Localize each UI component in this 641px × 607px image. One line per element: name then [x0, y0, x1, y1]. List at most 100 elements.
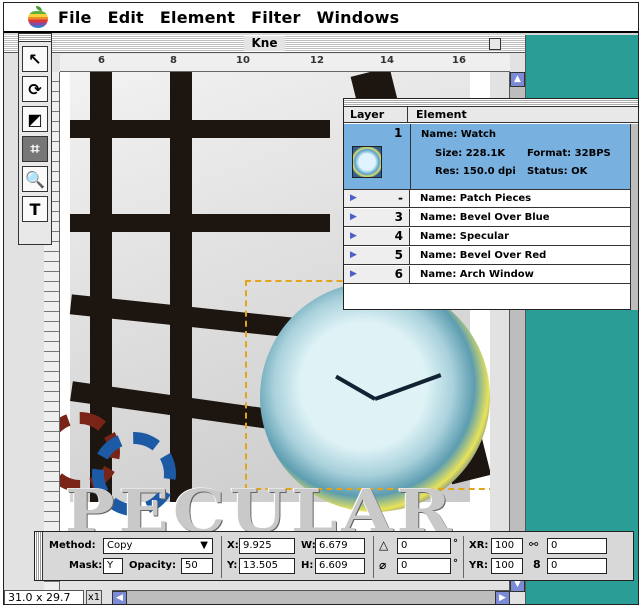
- divider: [221, 536, 222, 578]
- tool-palette: ↖ ⟳ ◩ ⌗ 🔍 T: [18, 33, 52, 245]
- layer-info: Name: Watch Size: 228.1K Format: 32BPS R…: [410, 124, 631, 189]
- scroll-up-arrow-icon[interactable]: ▲: [510, 72, 525, 87]
- method-label: Method:: [49, 540, 96, 551]
- xr-label: XR:: [469, 540, 489, 551]
- layer-row[interactable]: ▶ 5 Name: Bevel Over Red: [344, 247, 631, 265]
- angle-field[interactable]: 0: [397, 538, 451, 554]
- layer-format: Format: 32BPS: [527, 148, 611, 159]
- zoom-box-icon[interactable]: [489, 38, 501, 50]
- divider: [463, 536, 464, 578]
- divider: [373, 536, 374, 578]
- degree-icon: °: [453, 538, 458, 549]
- constrain-icon[interactable]: 8: [533, 558, 541, 571]
- text-tool-icon[interactable]: T: [22, 196, 48, 222]
- y-ratio-field[interactable]: 100: [491, 558, 523, 574]
- angle-icon: △: [379, 538, 389, 552]
- ruler-label: 12: [310, 55, 324, 66]
- layer-number: 3: [394, 210, 403, 224]
- element-column-header: Element: [416, 108, 467, 121]
- menu-edit[interactable]: Edit: [108, 8, 144, 27]
- zoom-level-field[interactable]: 31.0 x 29.7: [4, 590, 84, 604]
- menu-filter[interactable]: Filter: [251, 8, 301, 27]
- menu-windows[interactable]: Windows: [317, 8, 400, 27]
- y-position-field[interactable]: 13.505: [239, 558, 295, 574]
- x-ratio-field[interactable]: 100: [491, 538, 523, 554]
- height-field[interactable]: 6.609: [315, 558, 365, 574]
- palette-title-bar[interactable]: [344, 99, 638, 107]
- selected-layer-row[interactable]: 1 Name: Watch Size: 228.1K Format: 32BPS…: [344, 124, 631, 190]
- layer-number: 6: [394, 267, 403, 281]
- layer-row[interactable]: ▶ - Name: Patch Pieces: [344, 190, 631, 208]
- rotate-tool-icon[interactable]: ⟳: [22, 76, 48, 102]
- method-value: Copy: [107, 540, 133, 551]
- menu-element[interactable]: Element: [160, 8, 235, 27]
- skew-icon: ⌀: [379, 558, 387, 572]
- menu-file[interactable]: File: [58, 8, 92, 27]
- horizontal-scrollbar[interactable]: ◀ ▶: [112, 590, 510, 604]
- distort-tool-icon[interactable]: ◩: [22, 106, 48, 132]
- layer-thumbnail: [352, 146, 382, 178]
- ruler-label: 8: [170, 55, 177, 66]
- crop-tool-icon[interactable]: ⌗: [22, 136, 48, 162]
- layer-number: -: [398, 191, 403, 205]
- layer-name: Name: Arch Window: [410, 266, 631, 283]
- layer-column-header: Layer: [344, 107, 408, 122]
- layer-number: 5: [394, 248, 403, 262]
- ruler-label: 6: [98, 55, 105, 66]
- ruler-label: 10: [236, 55, 250, 66]
- ruler-label: 16: [452, 55, 466, 66]
- option-field-1[interactable]: 0: [547, 538, 607, 554]
- scroll-left-arrow-icon[interactable]: ◀: [112, 591, 127, 604]
- degree-icon: °: [453, 558, 458, 569]
- scroll-right-arrow-icon[interactable]: ▶: [495, 591, 510, 604]
- palette-title-bar[interactable]: [19, 34, 51, 42]
- opacity-label: Opacity:: [129, 560, 177, 571]
- screen: File Edit Element Filter Windows Kne 6 8…: [3, 2, 639, 605]
- dropdown-arrow-icon: ▼: [200, 540, 208, 551]
- zoom-tool-icon[interactable]: 🔍: [22, 166, 48, 192]
- h-label: H:: [301, 560, 314, 571]
- option-field-2[interactable]: 0: [547, 558, 607, 574]
- info-bar: Method: Copy ▼ Mask: Y Opacity: 50 X: 9.9…: [34, 531, 634, 581]
- layers-header: Layer Element: [344, 107, 638, 123]
- layer-name: Name: Bevel Over Blue: [410, 209, 631, 226]
- window-title: Kne: [243, 36, 286, 51]
- layer-number: 1: [394, 126, 403, 140]
- skew-field[interactable]: 0: [397, 558, 451, 574]
- w-label: W:: [301, 540, 316, 551]
- method-select[interactable]: Copy ▼: [103, 538, 213, 554]
- expand-triangle-icon[interactable]: ▶: [350, 228, 357, 245]
- layer-resolution: Res: 150.0 dpi: [435, 166, 516, 177]
- palette-scrollbar[interactable]: [630, 124, 638, 310]
- mask-field[interactable]: Y: [103, 558, 123, 574]
- layer-row[interactable]: ▶ 4 Name: Specular: [344, 228, 631, 246]
- layer-row[interactable]: ▶ 3 Name: Bevel Over Blue: [344, 209, 631, 227]
- expand-triangle-icon[interactable]: ▶: [350, 247, 357, 264]
- y-label: Y:: [227, 560, 238, 571]
- link-icon[interactable]: ⚯: [529, 538, 538, 551]
- layer-row[interactable]: ▶ 6 Name: Arch Window: [344, 266, 631, 284]
- horizontal-ruler: 6 8 10 12 14 16: [60, 54, 510, 72]
- layer-name: Name: Patch Pieces: [410, 190, 631, 207]
- layer-name: Name: Watch: [421, 129, 497, 140]
- zoom-button[interactable]: x1: [86, 590, 102, 604]
- expand-triangle-icon[interactable]: ▶: [350, 209, 357, 226]
- apple-menu-icon[interactable]: [26, 6, 50, 28]
- info-bar-grip[interactable]: [35, 532, 43, 580]
- x-label: X:: [227, 540, 239, 551]
- window-title-bar[interactable]: Kne: [4, 35, 525, 53]
- layers-palette: Layer Element 1 Name: Watch Size: 228.1K…: [343, 98, 638, 310]
- layer-number: 4: [394, 229, 403, 243]
- width-field[interactable]: 6.679: [315, 538, 365, 554]
- layer-status: Status: OK: [527, 166, 588, 177]
- expand-triangle-icon[interactable]: ▶: [350, 190, 357, 207]
- mask-label: Mask:: [69, 560, 103, 571]
- x-position-field[interactable]: 9.925: [239, 538, 295, 554]
- expand-triangle-icon[interactable]: ▶: [350, 266, 357, 283]
- opacity-field[interactable]: 50: [181, 558, 213, 574]
- selection-marquee[interactable]: [245, 280, 490, 490]
- layer-name: Name: Bevel Over Red: [410, 247, 631, 264]
- ruler-label: 14: [380, 55, 394, 66]
- menu-bar: File Edit Element Filter Windows: [4, 3, 638, 33]
- arrow-tool-icon[interactable]: ↖: [22, 46, 48, 72]
